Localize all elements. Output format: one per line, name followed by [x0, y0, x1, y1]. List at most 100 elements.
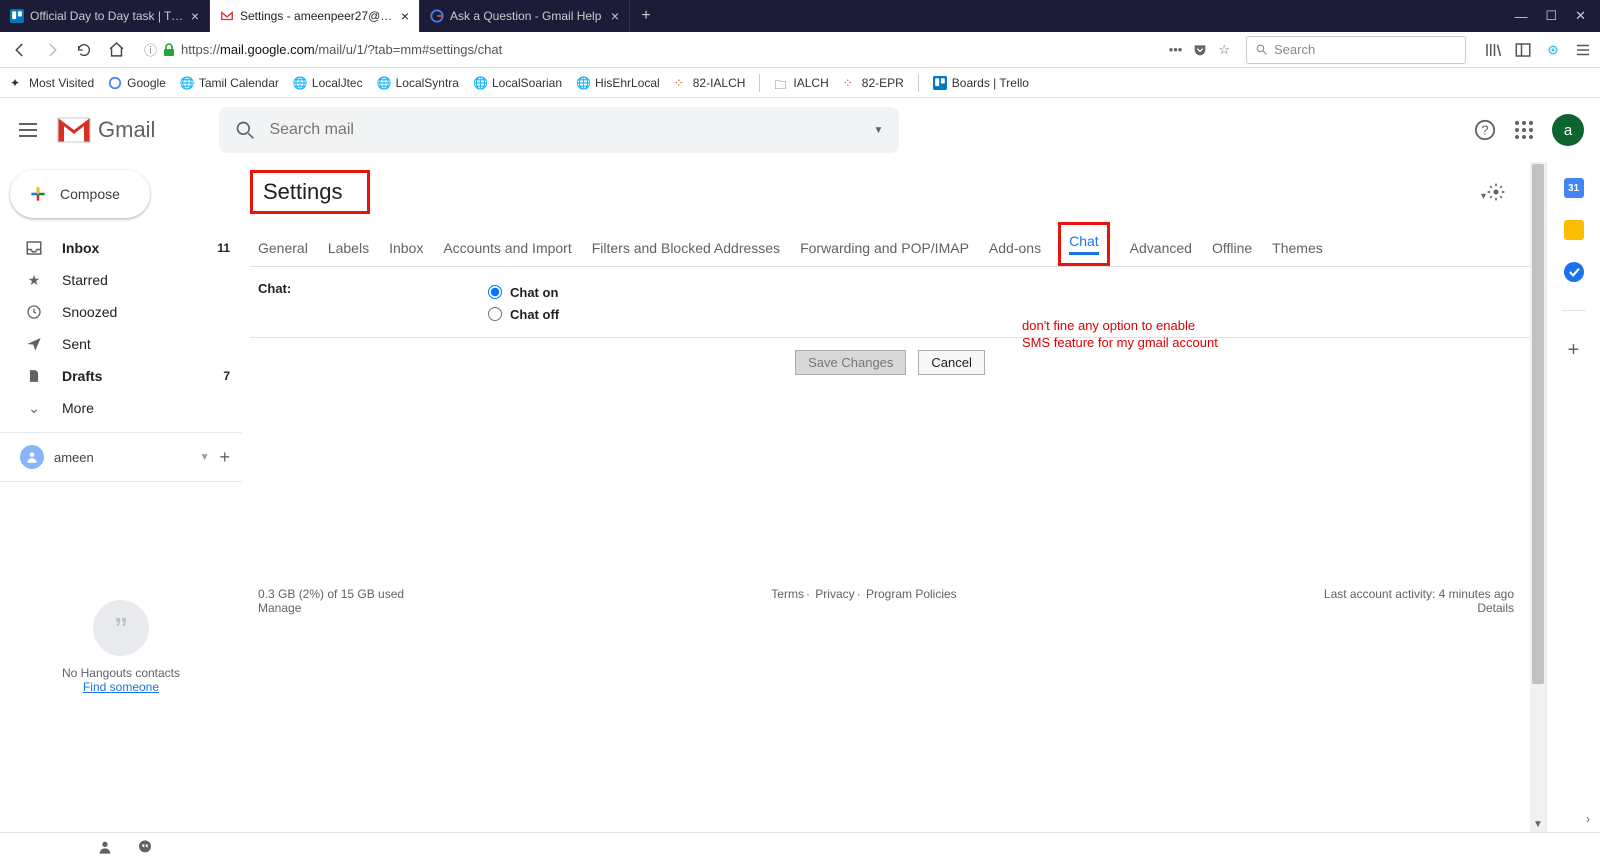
close-window-icon[interactable]: ✕ — [1575, 8, 1586, 24]
chat-off-radio[interactable] — [488, 307, 502, 321]
chevron-down-icon[interactable]: ▼ — [200, 452, 210, 463]
bookmark-item[interactable]: ⁘82-EPR — [843, 76, 904, 90]
sidebar-item-inbox[interactable]: Inbox 11 — [0, 232, 242, 264]
search-mail-input[interactable] — [269, 121, 859, 139]
minimize-icon[interactable]: — — [1514, 9, 1527, 24]
search-options-dropdown[interactable]: ▼ — [874, 125, 884, 136]
page-action-icon[interactable]: ••• — [1169, 42, 1183, 57]
tab-advanced[interactable]: Advanced — [1130, 234, 1192, 266]
scrollbar-thumb[interactable] — [1532, 164, 1544, 684]
bookmark-item[interactable]: 🌐LocalSoarian — [473, 76, 562, 90]
contacts-icon[interactable] — [96, 838, 114, 856]
sidebar-item-snoozed[interactable]: Snoozed — [0, 296, 242, 328]
policies-link[interactable]: Program Policies — [866, 587, 957, 601]
manage-storage-link[interactable]: Manage — [258, 601, 301, 615]
tab-inbox[interactable]: Inbox — [389, 234, 423, 266]
extension-gear-icon[interactable] — [1544, 41, 1562, 59]
tab-general[interactable]: General — [258, 234, 308, 266]
home-button[interactable] — [104, 38, 128, 62]
sidebar-icon[interactable] — [1514, 41, 1532, 59]
terms-link[interactable]: Terms — [771, 587, 804, 601]
hide-side-panel-icon[interactable]: › — [1586, 812, 1590, 826]
scroll-down-icon[interactable]: ▼ — [1530, 816, 1546, 832]
tab-label: Official Day to Day task | Trello — [30, 9, 185, 23]
hangouts-quote-icon: ” — [93, 600, 149, 656]
tasks-addon-icon[interactable] — [1564, 262, 1584, 282]
support-icon[interactable]: ? — [1474, 119, 1496, 141]
cancel-button[interactable]: Cancel — [918, 350, 984, 375]
sidebar-item-sent[interactable]: Sent — [0, 328, 242, 360]
privacy-link[interactable]: Privacy — [815, 587, 854, 601]
forward-button[interactable] — [40, 38, 64, 62]
save-changes-button[interactable]: Save Changes — [795, 350, 906, 375]
bookmark-item[interactable]: 🗀IALCH — [774, 76, 828, 90]
apps-grid-icon[interactable] — [1514, 120, 1534, 140]
compose-button[interactable]: Compose — [10, 170, 150, 218]
main-menu-button[interactable] — [16, 118, 40, 142]
browser-tab[interactable]: Official Day to Day task | Trello × — [0, 0, 210, 32]
gmail-logo[interactable]: Gmail — [56, 116, 155, 144]
sidebar-divider — [0, 481, 242, 482]
url-text: https://mail.google.com/mail/u/1/?tab=mm… — [181, 42, 1163, 57]
google-icon — [108, 76, 122, 90]
tab-filters[interactable]: Filters and Blocked Addresses — [592, 234, 780, 266]
file-icon — [24, 368, 44, 384]
tab-themes[interactable]: Themes — [1272, 234, 1323, 266]
maximize-icon[interactable]: ☐ — [1545, 8, 1557, 24]
search-mail[interactable]: ▼ — [219, 107, 899, 153]
new-tab-button[interactable]: + — [630, 0, 662, 32]
browser-search-box[interactable]: Search — [1246, 36, 1466, 64]
menu-icon[interactable] — [1574, 41, 1592, 59]
new-chat-icon[interactable]: + — [219, 447, 230, 468]
site-info-icon[interactable]: ⓘ — [144, 40, 157, 59]
bookmark-item[interactable]: Google — [108, 76, 166, 90]
side-panel: 31 + › — [1546, 162, 1600, 832]
keep-addon-icon[interactable] — [1564, 220, 1584, 240]
bookmark-item[interactable]: 🌐HisEhrLocal — [576, 76, 660, 90]
chat-off-option[interactable]: Chat off — [488, 303, 559, 325]
get-addons-icon[interactable]: + — [1568, 339, 1580, 362]
sidebar-item-drafts[interactable]: Drafts 7 — [0, 360, 242, 392]
hangouts-icon[interactable] — [136, 838, 154, 856]
browser-tab[interactable]: Ask a Question - Gmail Help × — [420, 0, 630, 32]
details-link[interactable]: Details — [1477, 601, 1514, 615]
settings-title-highlight: Settings — [250, 170, 370, 214]
browser-tab-active[interactable]: Settings - ameenpeer27@gmail × — [210, 0, 420, 32]
hangouts-user-chip[interactable]: ameen ▼ + — [0, 441, 242, 473]
bookmark-star-icon[interactable]: ☆ — [1218, 42, 1230, 58]
reload-button[interactable] — [72, 38, 96, 62]
close-icon[interactable]: × — [611, 8, 619, 24]
tab-forwarding[interactable]: Forwarding and POP/IMAP — [800, 234, 969, 266]
url-bar[interactable]: ⓘ https://mail.google.com/mail/u/1/?tab=… — [136, 36, 1238, 64]
pocket-icon[interactable] — [1192, 42, 1208, 58]
account-avatar[interactable]: a — [1552, 114, 1584, 146]
sidebar-item-more[interactable]: ⌄ More — [0, 392, 242, 424]
bookmark-item[interactable]: 🌐LocalJtec — [293, 76, 363, 90]
back-button[interactable] — [8, 38, 32, 62]
tab-chat[interactable]: Chat — [1069, 227, 1099, 255]
find-someone-link[interactable]: Find someone — [83, 680, 159, 694]
close-icon[interactable]: × — [191, 8, 199, 24]
trello-icon — [933, 76, 947, 90]
product-name: Gmail — [98, 117, 155, 143]
calendar-addon-icon[interactable]: 31 — [1564, 178, 1584, 198]
library-icon[interactable] — [1484, 41, 1502, 59]
bookmark-item[interactable]: 🌐LocalSyntra — [377, 76, 459, 90]
chat-on-radio[interactable] — [488, 285, 502, 299]
gear-icon[interactable] — [1486, 182, 1506, 202]
bookmark-item[interactable]: ✦Most Visited — [10, 76, 94, 90]
close-icon[interactable]: × — [401, 8, 409, 24]
bookmark-item[interactable]: 🌐Tamil Calendar — [180, 76, 279, 90]
tab-labels[interactable]: Labels — [328, 234, 369, 266]
tab-accounts[interactable]: Accounts and Import — [443, 234, 571, 266]
sidebar-item-starred[interactable]: ★ Starred — [0, 264, 242, 296]
vertical-scrollbar[interactable]: ▲ ▼ — [1530, 162, 1546, 832]
chat-on-option[interactable]: Chat on — [488, 281, 559, 303]
compose-label: Compose — [60, 186, 120, 202]
bookmark-item[interactable]: ⁘82-IALCH — [674, 76, 746, 90]
tab-addons[interactable]: Add-ons — [989, 234, 1041, 266]
folder-icon: 🗀 — [774, 76, 788, 90]
bookmark-item[interactable]: Boards | Trello — [933, 76, 1029, 90]
globe-icon: 🌐 — [293, 76, 307, 90]
tab-offline[interactable]: Offline — [1212, 234, 1252, 266]
